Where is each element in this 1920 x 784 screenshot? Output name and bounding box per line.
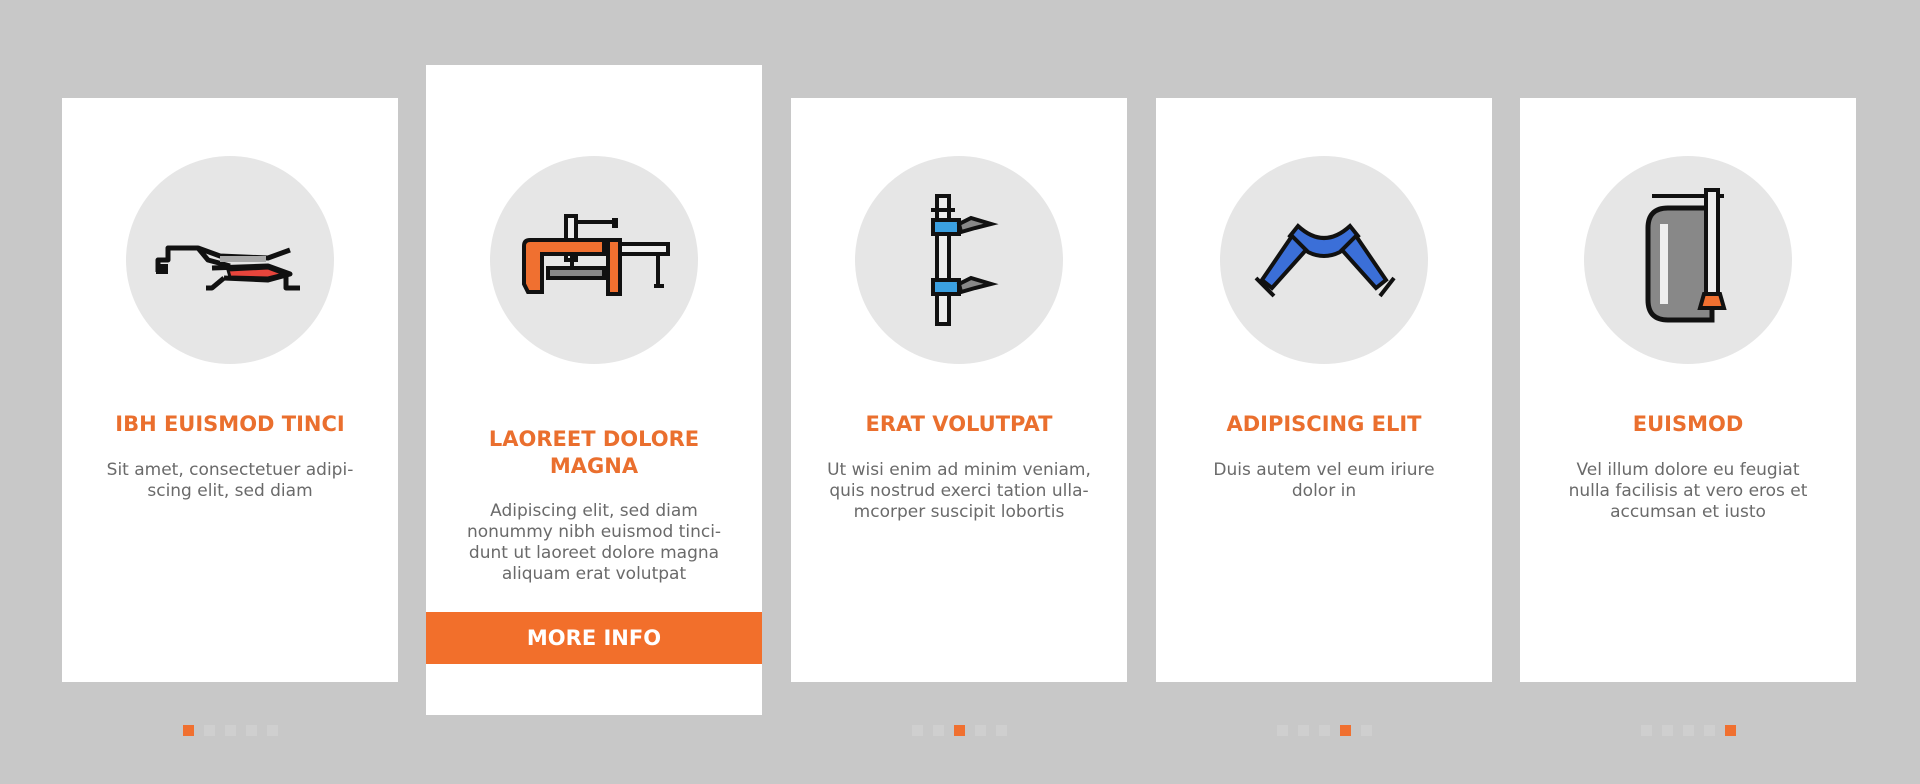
page-dot-1[interactable]: [1640, 725, 1652, 736]
card-title: EUISMOD: [1632, 412, 1744, 436]
page-dot-5[interactable]: [1724, 725, 1736, 736]
card-description: Ut wisi enim ad minim veniam, quis nostr…: [827, 460, 1091, 522]
onboarding-card-2: LAOREET DOLORE MAGNA Adipiscing elit, se…: [426, 65, 762, 715]
pagination-dots: [62, 725, 398, 736]
page-dot-5[interactable]: [1360, 725, 1372, 736]
icon-circle: [1584, 156, 1792, 364]
icon-circle: [855, 156, 1063, 364]
corner-clamp-icon: [1254, 223, 1396, 298]
card-title: ADIPISCING ELIT: [1226, 412, 1422, 436]
page-dot-2[interactable]: [1297, 725, 1309, 736]
card-title: ERAT VOLUTPAT: [865, 412, 1053, 436]
card-description: Duis autem vel eum iriure dolor in: [1213, 460, 1435, 501]
icon-circle: [126, 156, 334, 364]
page-dot-4[interactable]: [974, 725, 986, 736]
card-title: IBH EUISMOD TINCI: [115, 412, 345, 436]
onboarding-card-4: ADIPISCING ELIT Duis autem vel eum iriur…: [1156, 98, 1492, 736]
f-clamp-icon: [931, 194, 999, 326]
bar-clamp-icon: [522, 214, 670, 296]
onboarding-card-3: ERAT VOLUTPAT Ut wisi enim ad minim veni…: [791, 98, 1127, 736]
card-title: LAOREET DOLORE MAGNA: [488, 427, 700, 478]
page-dot-3[interactable]: [1682, 725, 1694, 736]
page-dot-3[interactable]: [1318, 725, 1330, 736]
card-description: Vel illum dolore eu feugiat nulla facili…: [1568, 460, 1808, 522]
page-dot-2[interactable]: [1661, 725, 1673, 736]
page-dot-2[interactable]: [203, 725, 215, 736]
pagination-dots: [791, 725, 1127, 736]
pagination-dots: [1156, 725, 1492, 736]
onboarding-card-5: EUISMOD Vel illum dolore eu feugiat null…: [1520, 98, 1856, 736]
page-dot-3[interactable]: [953, 725, 965, 736]
page-dot-1[interactable]: [911, 725, 923, 736]
page-dot-5[interactable]: [995, 725, 1007, 736]
card-description: Sit amet, consectetuer adipi- scing elit…: [106, 460, 354, 501]
icon-circle: [1220, 156, 1428, 364]
card-description: Adipiscing elit, sed diam nonummy nibh e…: [466, 501, 722, 584]
page-dot-4[interactable]: [245, 725, 257, 736]
icon-circle: [490, 156, 698, 364]
page-dot-3[interactable]: [224, 725, 236, 736]
page-dot-4[interactable]: [1339, 725, 1351, 736]
page-dot-4[interactable]: [1703, 725, 1715, 736]
pagination-dots: [1520, 725, 1856, 736]
pliers-clamp-icon: [155, 245, 300, 291]
page-dot-1[interactable]: [182, 725, 194, 736]
onboarding-card-1: IBH EUISMOD TINCI Sit amet, consectetuer…: [62, 98, 398, 736]
page-dot-2[interactable]: [932, 725, 944, 736]
c-clamp-icon: [1645, 188, 1727, 323]
page-dot-5[interactable]: [266, 725, 278, 736]
more-info-button[interactable]: MORE INFO: [426, 612, 762, 664]
page-dot-1[interactable]: [1276, 725, 1288, 736]
